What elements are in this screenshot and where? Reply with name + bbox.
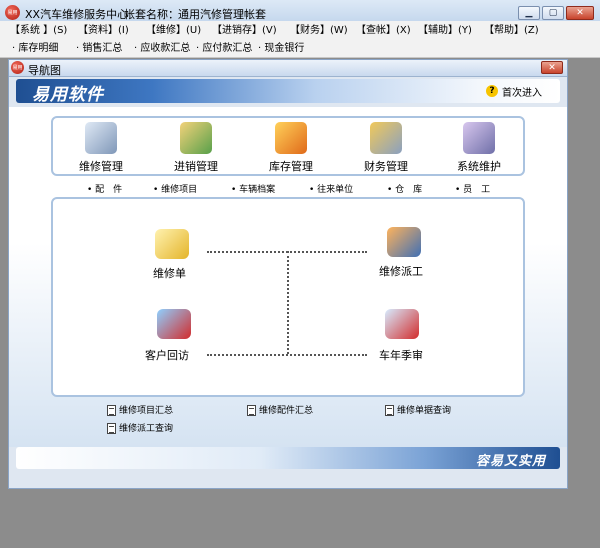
flow-repair-order[interactable]: 维修单 xyxy=(143,229,203,283)
quick-payable-summary[interactable]: · 应付款汇总 xyxy=(196,41,252,56)
sublink-repair-items[interactable]: • 维修项目 xyxy=(153,182,197,196)
report-repair-items-summary[interactable]: 维修项目汇总 xyxy=(107,403,173,416)
close-button[interactable]: ✕ xyxy=(566,6,594,20)
menu-bar: 【系统 】(S) 【资料】(I) 【维修】(U) 【进销存】(V) 【财务】(W… xyxy=(0,21,600,40)
module-finance[interactable]: 财务管理 xyxy=(344,118,428,176)
flow-connector-bottom xyxy=(207,354,367,356)
app-logo-icon: 易用 xyxy=(5,5,20,20)
report-label: 维修派工查询 xyxy=(119,424,174,434)
document-icon xyxy=(385,405,394,416)
workflow-panel: 维修单 维修派工 客户回访 车年季审 xyxy=(51,197,525,397)
menu-tools[interactable]: 【辅助】(Y) xyxy=(418,23,472,38)
module-repair-management[interactable]: 维修管理 xyxy=(59,118,143,176)
flow-label: 维修单 xyxy=(153,267,186,280)
report-repair-parts-summary[interactable]: 维修配件汇总 xyxy=(247,403,313,416)
first-time-button[interactable]: 首次进入 xyxy=(502,84,542,99)
document-icon xyxy=(107,423,116,434)
minimize-icon: ▁ xyxy=(525,8,533,18)
gears-icon xyxy=(463,122,495,154)
module-label: 维修管理 xyxy=(79,160,123,173)
report-label: 维修单据查询 xyxy=(397,406,452,416)
app-title: XX汽车维修服务中心 xyxy=(25,8,129,21)
flow-annual-inspection[interactable]: 车年季审 xyxy=(371,309,441,363)
nav-close-button[interactable]: ✕ xyxy=(541,61,563,74)
nav-logo-icon: 易用 xyxy=(11,61,24,74)
help-icon: ? xyxy=(486,85,498,97)
callback-icon xyxy=(157,309,191,339)
sublink-partners[interactable]: • 往来单位 xyxy=(309,182,353,196)
sublink-warehouse[interactable]: • 仓 库 xyxy=(387,182,422,196)
navigation-window-titlebar: 易用 导航图 ✕ xyxy=(9,60,567,77)
car-gear-icon xyxy=(85,122,117,154)
boxes-icon xyxy=(180,122,212,154)
module-label: 进销管理 xyxy=(174,160,218,173)
flow-label: 车年季审 xyxy=(379,349,423,362)
warehouse-icon xyxy=(275,122,307,154)
module-system-maintenance[interactable]: 系统维护 xyxy=(437,118,521,176)
sublink-vehicle-records[interactable]: • 车辆档案 xyxy=(231,182,275,196)
minimize-button[interactable]: ▁ xyxy=(518,6,540,20)
report-label: 维修配件汇总 xyxy=(259,406,314,416)
maximize-icon: ▢ xyxy=(548,8,558,18)
menu-inventory[interactable]: 【进销存】(V) xyxy=(212,23,277,38)
repair-order-icon xyxy=(155,229,189,259)
account-name: 通用汽修管理帐套 xyxy=(178,8,266,21)
menu-repair[interactable]: 【维修】(U) xyxy=(146,23,201,38)
footer-banner: 容易又实用 xyxy=(16,447,560,469)
quick-cash-bank[interactable]: · 现金银行 xyxy=(258,41,304,56)
inspection-icon xyxy=(385,309,419,339)
close-icon: ✕ xyxy=(576,8,584,18)
navigation-content: 维修管理 进销管理 库存管理 财务管理 系统维护 • 配 件 • 维修项目 • … xyxy=(9,107,567,447)
sublink-parts[interactable]: • 配 件 xyxy=(87,182,122,196)
flow-dispatch[interactable]: 维修派工 xyxy=(371,227,441,281)
account-label: 帐套名称： xyxy=(124,8,179,21)
module-inventory[interactable]: 库存管理 xyxy=(249,118,333,176)
mechanics-icon xyxy=(387,227,421,257)
module-panel: 维修管理 进销管理 库存管理 财务管理 系统维护 xyxy=(51,116,525,176)
flow-label: 维修派工 xyxy=(379,265,423,278)
sublink-staff[interactable]: • 员 工 xyxy=(455,182,490,196)
flow-connector-vertical xyxy=(287,251,289,354)
quick-sales-summary[interactable]: · 销售汇总 xyxy=(76,41,122,56)
quick-bar: · 库存明细 · 销售汇总 · 应收款汇总 · 应付款汇总 · 现金银行 xyxy=(0,40,600,58)
navigation-window: 易用 导航图 ✕ 易用软件 ? 首次进入 维修管理 进销管理 库存管理 财务管理 xyxy=(8,59,568,489)
module-label: 系统维护 xyxy=(457,160,501,173)
module-label: 财务管理 xyxy=(364,160,408,173)
menu-help[interactable]: 【帮助】(Z) xyxy=(484,23,539,38)
flow-customer-callback[interactable]: 客户回访 xyxy=(139,309,209,363)
document-icon xyxy=(107,405,116,416)
quick-stock-detail[interactable]: · 库存明细 xyxy=(12,41,58,56)
close-icon: ✕ xyxy=(548,62,556,73)
maximize-button[interactable]: ▢ xyxy=(542,6,564,20)
report-dispatch-query[interactable]: 维修派工查询 xyxy=(107,421,173,434)
document-icon xyxy=(247,405,256,416)
menu-data[interactable]: 【资料】(I) xyxy=(78,23,129,38)
module-label: 库存管理 xyxy=(269,160,313,173)
quick-receivable-summary[interactable]: · 应收款汇总 xyxy=(134,41,190,56)
menu-finance[interactable]: 【财务】(W) xyxy=(290,23,348,38)
banner-slogan: 易用软件 xyxy=(32,85,104,105)
footer-slogan: 容易又实用 xyxy=(476,454,547,469)
banner: 易用软件 ? 首次进入 xyxy=(16,79,560,105)
menu-system[interactable]: 【系统 】(S) xyxy=(10,23,67,38)
module-purchase-sales[interactable]: 进销管理 xyxy=(154,118,238,176)
navigation-window-title: 导航图 xyxy=(28,64,61,77)
report-repair-orders-query[interactable]: 维修单据查询 xyxy=(385,403,451,416)
flow-label: 客户回访 xyxy=(145,349,189,362)
coins-icon xyxy=(370,122,402,154)
menu-audit[interactable]: 【查帐】(X) xyxy=(356,23,411,38)
report-label: 维修项目汇总 xyxy=(119,406,174,416)
